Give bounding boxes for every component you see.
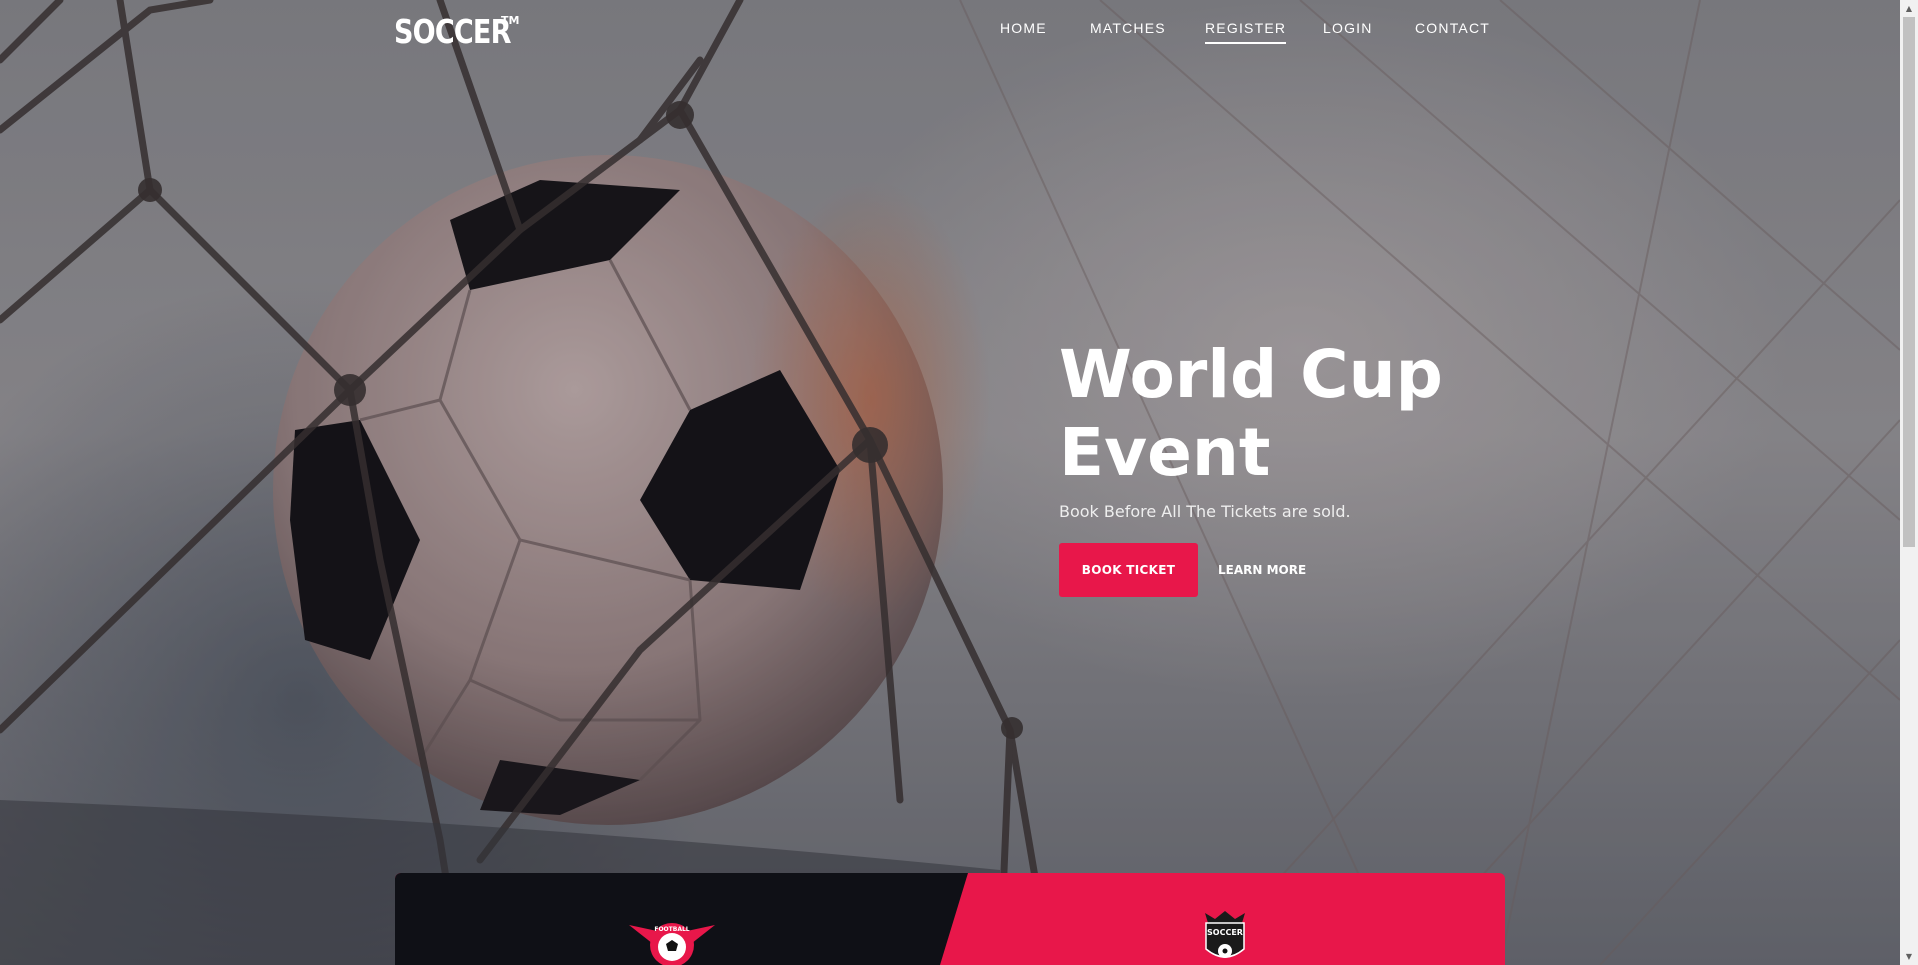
match-card-dark-panel [395, 873, 968, 965]
page-scrollbar[interactable]: ▲ ▼ [1900, 0, 1918, 965]
match-card[interactable]: FOOTBALL SOCCER [395, 873, 1505, 965]
nav-home-link[interactable]: HOME [1000, 20, 1047, 42]
hero-overlay [0, 0, 1900, 965]
hero-section: SOCCER TM HOME MATCHES REGISTER LOGIN CO… [0, 0, 1900, 965]
away-badge-text: SOCCER [1207, 928, 1243, 937]
site-logo[interactable]: SOCCER [394, 12, 511, 51]
hero-subtitle: Book Before All The Tickets are sold. [1059, 502, 1351, 521]
scroll-up-arrow-icon[interactable]: ▲ [1900, 0, 1918, 17]
book-ticket-button[interactable]: BOOK TICKET [1059, 543, 1198, 597]
nav-register-link[interactable]: REGISTER [1205, 20, 1287, 44]
learn-more-link[interactable]: LEARN MORE [1218, 563, 1306, 577]
away-team-badge-icon: SOCCER [1205, 911, 1245, 958]
nav-contact-link[interactable]: CONTACT [1415, 20, 1490, 42]
nav-login-link[interactable]: LOGIN [1323, 20, 1373, 42]
top-navigation: SOCCER TM HOME MATCHES REGISTER LOGIN CO… [0, 0, 1900, 60]
hero-title: World Cup Event [1059, 336, 1519, 492]
trademark-symbol: TM [501, 14, 520, 27]
home-team-badge-icon: FOOTBALL [629, 923, 715, 965]
scroll-thumb[interactable] [1903, 17, 1915, 547]
scroll-down-arrow-icon[interactable]: ▼ [1900, 948, 1918, 965]
hero-title-line2: Event [1059, 414, 1271, 491]
nav-matches-link[interactable]: MATCHES [1090, 20, 1166, 42]
hero-title-line1: World Cup [1059, 336, 1443, 413]
home-badge-text: FOOTBALL [654, 926, 689, 933]
